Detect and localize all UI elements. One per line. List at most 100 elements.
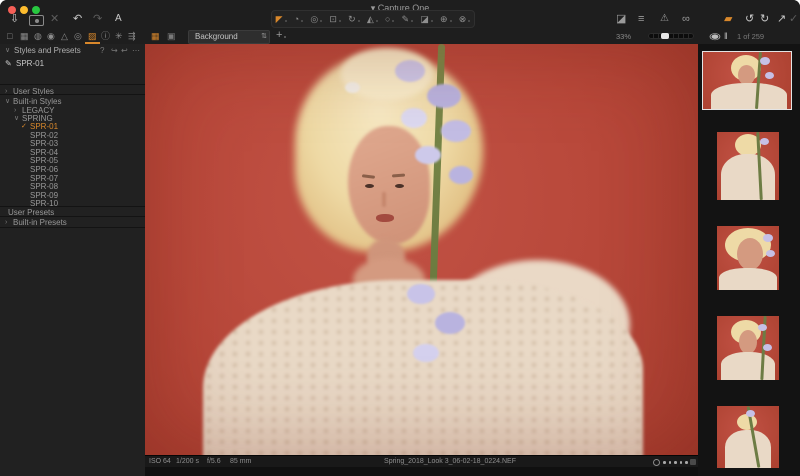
thumbnail-3-image bbox=[717, 226, 779, 290]
photo-flower bbox=[395, 60, 425, 82]
tab-metadata[interactable]: ⓘ bbox=[101, 30, 110, 42]
style-item-spr-06[interactable]: SPR-06 bbox=[0, 165, 145, 174]
draw-mask-tool[interactable]: ✎ bbox=[402, 14, 414, 24]
thumbnail-5[interactable] bbox=[717, 406, 779, 468]
brush-icon: ✎ bbox=[5, 59, 12, 68]
thumbnail-5-image bbox=[717, 406, 779, 468]
photo-flower-white bbox=[345, 82, 360, 93]
tab-batch[interactable]: ⇶ bbox=[128, 30, 136, 42]
section-builtin-styles[interactable]: ∨ Built-in Styles bbox=[0, 97, 145, 106]
focal-label: 85 mm bbox=[230, 458, 252, 465]
rating-dots[interactable] bbox=[663, 461, 688, 464]
photo-flower bbox=[449, 166, 473, 184]
photo-face bbox=[348, 126, 430, 244]
rotate-cw-icon[interactable]: ↻ bbox=[760, 12, 769, 26]
crop-tool[interactable]: ⊡ bbox=[329, 14, 341, 24]
color-tag-circle[interactable] bbox=[653, 459, 660, 466]
undo-button[interactable]: ↶ bbox=[73, 12, 82, 26]
tab-capture[interactable]: ▦ bbox=[20, 30, 29, 42]
style-item-spr-05[interactable]: SPR-05 bbox=[0, 156, 145, 165]
photo-flower bbox=[427, 84, 461, 108]
photo-eye-left bbox=[365, 184, 374, 188]
divider bbox=[0, 216, 145, 217]
layer-select[interactable]: Background ⇅ bbox=[188, 30, 270, 44]
thumbnail-3[interactable] bbox=[717, 226, 779, 290]
thumbnail-toggle-icon[interactable] bbox=[690, 459, 696, 465]
grid-list-icon[interactable]: ≡ bbox=[638, 12, 644, 26]
section-builtin-presets[interactable]: › Built-in Presets bbox=[0, 218, 145, 227]
photo-flower bbox=[413, 344, 439, 362]
add-layer-button[interactable]: + bbox=[276, 29, 288, 41]
tab-color[interactable]: ◉ bbox=[47, 30, 55, 42]
titlebar: ⇩ ✕ ↶ ↷ A ▾ Capture One ◤ ◔ ◎ ⊡ ↻ ◭ ○ ✎ … bbox=[0, 0, 800, 28]
image-counter-label: 1 of 259 bbox=[737, 32, 765, 41]
select-tool[interactable]: ◤ bbox=[276, 14, 287, 24]
eye-icon[interactable]: ◉ bbox=[709, 30, 721, 42]
warning-icon[interactable]: ⚠ bbox=[660, 12, 669, 26]
tab-exposure[interactable]: △ bbox=[61, 30, 68, 42]
more-options-icon[interactable]: ⋯ bbox=[132, 46, 140, 55]
pan-tool[interactable]: ◔ bbox=[294, 14, 304, 24]
tab-details[interactable]: ◎ bbox=[74, 30, 82, 42]
filmstrip-panel: Spring_2018_L...2-18_0224.NEF Spring_201… bbox=[698, 44, 800, 476]
check-icon[interactable]: ✓ bbox=[789, 12, 798, 26]
spot-tool[interactable]: ○ bbox=[385, 14, 395, 24]
thumbnail-2-image bbox=[717, 132, 779, 200]
zoom-level-label: 33% bbox=[616, 32, 632, 41]
erase-mask-tool[interactable]: ◪ bbox=[420, 14, 433, 24]
photo-flower bbox=[415, 146, 441, 164]
photo-nose bbox=[382, 192, 386, 207]
applied-style-row[interactable]: ✎ SPR-01 bbox=[0, 59, 145, 68]
check-icon: ✓ bbox=[21, 123, 27, 130]
redo-button[interactable]: ↷ bbox=[93, 12, 102, 26]
divider bbox=[0, 206, 145, 207]
annotate-button[interactable]: A bbox=[115, 12, 122, 26]
compare-icon[interactable]: ‖ bbox=[724, 30, 728, 42]
loupe-tool[interactable]: ◎ bbox=[310, 14, 323, 24]
divider bbox=[0, 227, 145, 228]
photo-lips bbox=[376, 214, 394, 222]
grid-view-button[interactable]: ▦ bbox=[151, 30, 160, 42]
capture-one-window: ⇩ ✕ ↶ ↷ A ▾ Capture One ◤ ◔ ◎ ⊡ ↻ ◭ ○ ✎ … bbox=[0, 0, 800, 476]
help-icon[interactable]: ? bbox=[100, 46, 104, 55]
clone-tool[interactable]: ⊗ bbox=[459, 14, 471, 24]
keystone-tool[interactable]: ◭ bbox=[367, 14, 378, 24]
delete-button[interactable]: ✕ bbox=[50, 12, 59, 26]
photo-flower bbox=[441, 120, 471, 142]
rotate-tool[interactable]: ↻ bbox=[348, 14, 360, 24]
tab-adjustments[interactable]: ▨ bbox=[88, 30, 97, 42]
camera-icon[interactable] bbox=[29, 15, 44, 26]
zoom-slider-handle[interactable] bbox=[661, 33, 669, 39]
zoom-slider-ticks bbox=[649, 34, 693, 38]
revert-icon[interactable]: ↩ bbox=[121, 46, 128, 55]
style-item-spr-08[interactable]: SPR-08 bbox=[0, 182, 145, 191]
chevron-down-icon: ∨ bbox=[5, 47, 11, 54]
main-image[interactable] bbox=[145, 44, 698, 455]
shutter-label: 1/200 s bbox=[176, 458, 199, 465]
tab-lens[interactable]: ◍ bbox=[34, 30, 42, 42]
zoom-slider[interactable] bbox=[648, 33, 694, 39]
tab-output[interactable]: ✳ bbox=[115, 30, 123, 42]
style-item-spr-03[interactable]: SPR-03 bbox=[0, 139, 145, 148]
exposure-warning-icon[interactable]: ◪ bbox=[616, 12, 626, 26]
heal-tool[interactable]: ⊕ bbox=[440, 14, 452, 24]
tab-library[interactable]: □ bbox=[7, 30, 12, 42]
thumbnail-4[interactable] bbox=[717, 316, 779, 380]
thumbnail-1[interactable] bbox=[702, 51, 792, 110]
bottom-strip bbox=[145, 467, 698, 476]
styles-presets-panel: ∨ Styles and Presets ? ↪ ↩ ⋯ ✎ SPR-01 › … bbox=[0, 44, 146, 476]
layer-select-value: Background bbox=[195, 32, 238, 41]
style-item-spr-01[interactable]: ✓ SPR-01 bbox=[0, 122, 145, 131]
photo-sweater bbox=[203, 280, 643, 455]
chevron-right-icon: › bbox=[5, 219, 8, 226]
iso-label: ISO 64 bbox=[149, 458, 171, 465]
rotate-ccw-icon[interactable]: ↺ bbox=[745, 12, 754, 26]
save-style-icon[interactable]: ↪ bbox=[111, 46, 118, 55]
stepper-icon[interactable]: ⇅ bbox=[261, 31, 267, 43]
import-button[interactable]: ⇩ bbox=[10, 12, 19, 26]
apply-arrow-icon[interactable]: ↗ bbox=[777, 12, 786, 26]
single-view-button[interactable]: ▣ bbox=[167, 30, 176, 42]
thumbnail-2[interactable] bbox=[717, 132, 779, 200]
loop-icon[interactable]: ∞ bbox=[682, 12, 690, 26]
tag-icon[interactable]: ▰ bbox=[724, 12, 732, 26]
